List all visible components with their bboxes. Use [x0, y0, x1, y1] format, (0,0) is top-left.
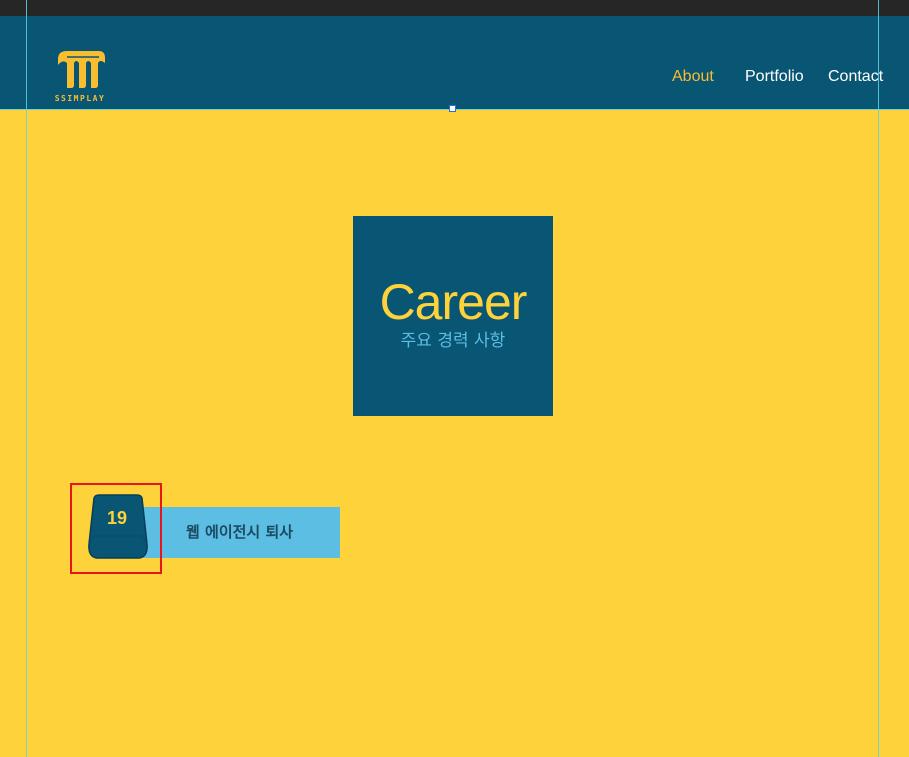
- ssimplay-logo-icon: [58, 51, 105, 88]
- event-bar: 웹 에이전시 퇴사: [140, 507, 340, 558]
- career-section-title: Career 주요 경력 사항: [353, 216, 553, 416]
- nav-portfolio[interactable]: Portfolio: [745, 68, 804, 86]
- selection-highlight: [70, 483, 162, 574]
- guide-line-right: [878, 0, 879, 757]
- logo-wordmark: SSIMPLAY: [54, 94, 106, 103]
- window-top-bar: [0, 0, 909, 16]
- career-subheading: 주요 경력 사항: [400, 331, 506, 351]
- nav-contact[interactable]: Contact: [828, 68, 883, 86]
- site-header: SSIMPLAY About Portfolio Contact: [0, 16, 909, 109]
- event-label: 웹 에이전시 퇴사: [186, 523, 294, 541]
- guide-line-left: [26, 0, 27, 757]
- career-heading: Career: [379, 274, 528, 330]
- nav-about[interactable]: About: [672, 68, 714, 86]
- site-logo[interactable]: SSIMPLAY: [48, 49, 112, 107]
- resize-handle[interactable]: [449, 105, 456, 112]
